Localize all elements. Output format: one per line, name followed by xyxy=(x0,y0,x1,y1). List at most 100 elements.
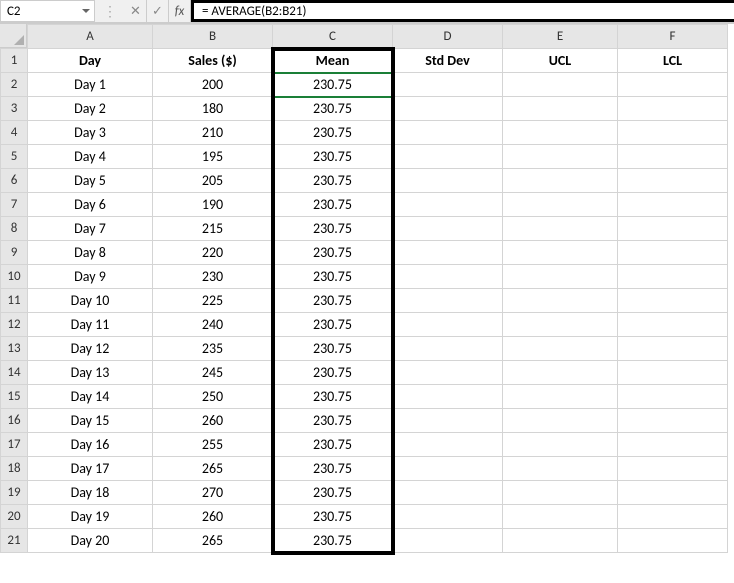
cell-B2[interactable]: 200 xyxy=(153,73,273,97)
cell-D1[interactable]: Std Dev xyxy=(393,49,503,73)
cell-C20[interactable]: 230.75 xyxy=(273,505,393,529)
cell-C9[interactable]: 230.75 xyxy=(273,241,393,265)
cell-A13[interactable]: Day 12 xyxy=(28,337,153,361)
cell-D5[interactable] xyxy=(393,145,503,169)
cell-E11[interactable] xyxy=(503,289,618,313)
cell-C10[interactable]: 230.75 xyxy=(273,265,393,289)
cell-B5[interactable]: 195 xyxy=(153,145,273,169)
cell-E4[interactable] xyxy=(503,121,618,145)
cell-D12[interactable] xyxy=(393,313,503,337)
cell-F4[interactable] xyxy=(618,121,728,145)
cell-B4[interactable]: 210 xyxy=(153,121,273,145)
cell-F16[interactable] xyxy=(618,409,728,433)
cell-E12[interactable] xyxy=(503,313,618,337)
cell-C5[interactable]: 230.75 xyxy=(273,145,393,169)
cell-C2[interactable]: 230.75 xyxy=(273,73,393,97)
cell-B13[interactable]: 235 xyxy=(153,337,273,361)
row-header-5[interactable]: 5 xyxy=(1,145,28,169)
cell-A14[interactable]: Day 13 xyxy=(28,361,153,385)
cell-F10[interactable] xyxy=(618,265,728,289)
cell-E14[interactable] xyxy=(503,361,618,385)
cell-C15[interactable]: 230.75 xyxy=(273,385,393,409)
name-box[interactable]: C2 xyxy=(0,0,95,22)
cell-D8[interactable] xyxy=(393,217,503,241)
row-header-21[interactable]: 21 xyxy=(1,529,28,553)
cell-E6[interactable] xyxy=(503,169,618,193)
cell-E21[interactable] xyxy=(503,529,618,553)
cell-F14[interactable] xyxy=(618,361,728,385)
cancel-formula-button[interactable]: ✕ xyxy=(125,0,147,22)
insert-function-button[interactable]: fx xyxy=(169,0,191,22)
cell-D14[interactable] xyxy=(393,361,503,385)
cell-A16[interactable]: Day 15 xyxy=(28,409,153,433)
row-header-13[interactable]: 13 xyxy=(1,337,28,361)
cell-A6[interactable]: Day 5 xyxy=(28,169,153,193)
cell-C8[interactable]: 230.75 xyxy=(273,217,393,241)
cell-E13[interactable] xyxy=(503,337,618,361)
cell-B7[interactable]: 190 xyxy=(153,193,273,217)
row-header-11[interactable]: 11 xyxy=(1,289,28,313)
cell-A1[interactable]: Day xyxy=(28,49,153,73)
cell-D15[interactable] xyxy=(393,385,503,409)
cell-D9[interactable] xyxy=(393,241,503,265)
cell-E18[interactable] xyxy=(503,457,618,481)
cell-C7[interactable]: 230.75 xyxy=(273,193,393,217)
cell-C17[interactable]: 230.75 xyxy=(273,433,393,457)
row-header-8[interactable]: 8 xyxy=(1,217,28,241)
cell-B11[interactable]: 225 xyxy=(153,289,273,313)
row-header-18[interactable]: 18 xyxy=(1,457,28,481)
column-header-B[interactable]: B xyxy=(153,25,273,49)
cell-B9[interactable]: 220 xyxy=(153,241,273,265)
column-header-F[interactable]: F xyxy=(618,25,728,49)
cell-D10[interactable] xyxy=(393,265,503,289)
cell-E17[interactable] xyxy=(503,433,618,457)
cell-D2[interactable] xyxy=(393,73,503,97)
cell-A3[interactable]: Day 2 xyxy=(28,97,153,121)
row-header-12[interactable]: 12 xyxy=(1,313,28,337)
cell-E5[interactable] xyxy=(503,145,618,169)
cell-F3[interactable] xyxy=(618,97,728,121)
cell-F7[interactable] xyxy=(618,193,728,217)
cell-C3[interactable]: 230.75 xyxy=(273,97,393,121)
cell-B19[interactable]: 270 xyxy=(153,481,273,505)
cell-A18[interactable]: Day 17 xyxy=(28,457,153,481)
row-header-10[interactable]: 10 xyxy=(1,265,28,289)
cell-A7[interactable]: Day 6 xyxy=(28,193,153,217)
cell-A21[interactable]: Day 20 xyxy=(28,529,153,553)
cell-B8[interactable]: 215 xyxy=(153,217,273,241)
cell-B14[interactable]: 245 xyxy=(153,361,273,385)
cell-A8[interactable]: Day 7 xyxy=(28,217,153,241)
cell-F2[interactable] xyxy=(618,73,728,97)
cell-A20[interactable]: Day 19 xyxy=(28,505,153,529)
chevron-down-icon[interactable] xyxy=(82,9,90,13)
cell-F19[interactable] xyxy=(618,481,728,505)
cell-B12[interactable]: 240 xyxy=(153,313,273,337)
cell-C21[interactable]: 230.75 xyxy=(273,529,393,553)
cell-E19[interactable] xyxy=(503,481,618,505)
cell-B15[interactable]: 250 xyxy=(153,385,273,409)
cell-C18[interactable]: 230.75 xyxy=(273,457,393,481)
cell-F17[interactable] xyxy=(618,433,728,457)
cell-A9[interactable]: Day 8 xyxy=(28,241,153,265)
cell-F1[interactable]: LCL xyxy=(618,49,728,73)
column-header-A[interactable]: A xyxy=(28,25,153,49)
cell-C14[interactable]: 230.75 xyxy=(273,361,393,385)
cell-A11[interactable]: Day 10 xyxy=(28,289,153,313)
row-header-15[interactable]: 15 xyxy=(1,385,28,409)
cell-F5[interactable] xyxy=(618,145,728,169)
cell-A2[interactable]: Day 1 xyxy=(28,73,153,97)
row-header-16[interactable]: 16 xyxy=(1,409,28,433)
cell-A19[interactable]: Day 18 xyxy=(28,481,153,505)
cell-B18[interactable]: 265 xyxy=(153,457,273,481)
row-header-1[interactable]: 1 xyxy=(1,49,28,73)
cell-F13[interactable] xyxy=(618,337,728,361)
cell-A17[interactable]: Day 16 xyxy=(28,433,153,457)
select-all-button[interactable] xyxy=(0,24,27,48)
cell-B10[interactable]: 230 xyxy=(153,265,273,289)
cell-B1[interactable]: Sales ($) xyxy=(153,49,273,73)
row-header-14[interactable]: 14 xyxy=(1,361,28,385)
cell-F12[interactable] xyxy=(618,313,728,337)
cell-E1[interactable]: UCL xyxy=(503,49,618,73)
cell-D6[interactable] xyxy=(393,169,503,193)
cell-F8[interactable] xyxy=(618,217,728,241)
